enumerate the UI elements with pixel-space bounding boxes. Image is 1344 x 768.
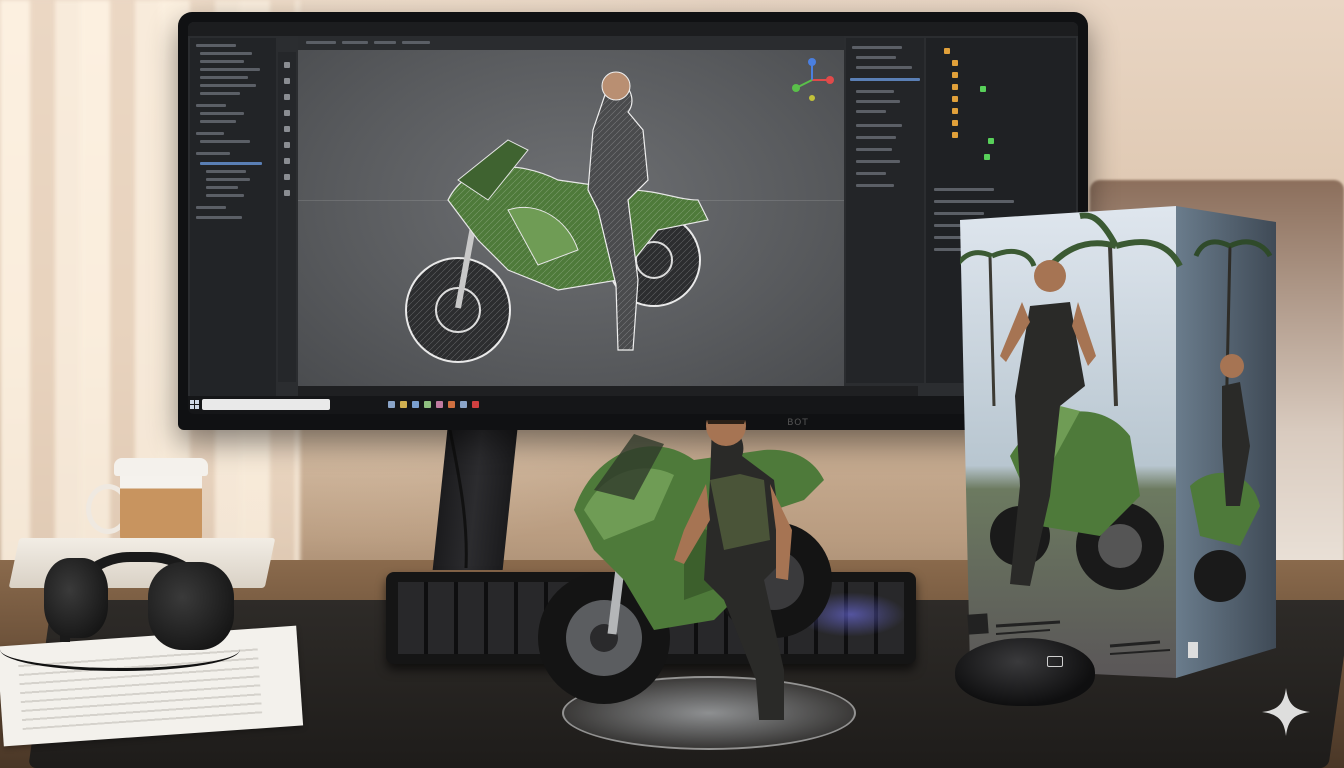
taskbar-app-icon[interactable] xyxy=(388,401,395,408)
3d-viewport xyxy=(298,50,844,386)
viewport-header xyxy=(298,36,844,50)
sparkle-icon xyxy=(1262,688,1310,736)
taskbar-search-input[interactable] xyxy=(202,399,330,410)
monitor-screen xyxy=(188,22,1078,402)
axis-gizmo-icon[interactable] xyxy=(790,58,834,102)
taskbar-app-icon[interactable] xyxy=(424,401,431,408)
motorcycle-figurine xyxy=(538,420,832,720)
outliner-panel-left xyxy=(190,38,276,398)
taskbar-app-icon[interactable] xyxy=(412,401,419,408)
coffee-cup xyxy=(86,458,208,546)
taskbar-app-icon[interactable] xyxy=(448,401,455,408)
product-box xyxy=(960,206,1276,678)
taskbar-app-icon[interactable] xyxy=(460,401,467,408)
windows-start-icon[interactable] xyxy=(190,400,200,410)
computer-mouse xyxy=(955,638,1095,706)
headphone-earcup-left xyxy=(44,558,108,638)
tool-strip xyxy=(278,52,296,382)
taskbar-app-icon[interactable] xyxy=(472,401,479,408)
taskbar-app-icon[interactable] xyxy=(400,401,407,408)
properties-panel xyxy=(846,38,924,383)
mouse-logo-icon xyxy=(1047,656,1063,667)
photo-scene: BOT xyxy=(0,0,1344,768)
viewport-bike-model xyxy=(405,71,709,363)
taskbar-app-icon[interactable] xyxy=(436,401,443,408)
app-menubar xyxy=(188,22,1078,36)
curved-monitor: BOT xyxy=(178,12,1088,430)
headphone-earcup-right xyxy=(148,562,234,650)
monitor-cable xyxy=(446,420,468,569)
os-taskbar xyxy=(188,396,1078,414)
